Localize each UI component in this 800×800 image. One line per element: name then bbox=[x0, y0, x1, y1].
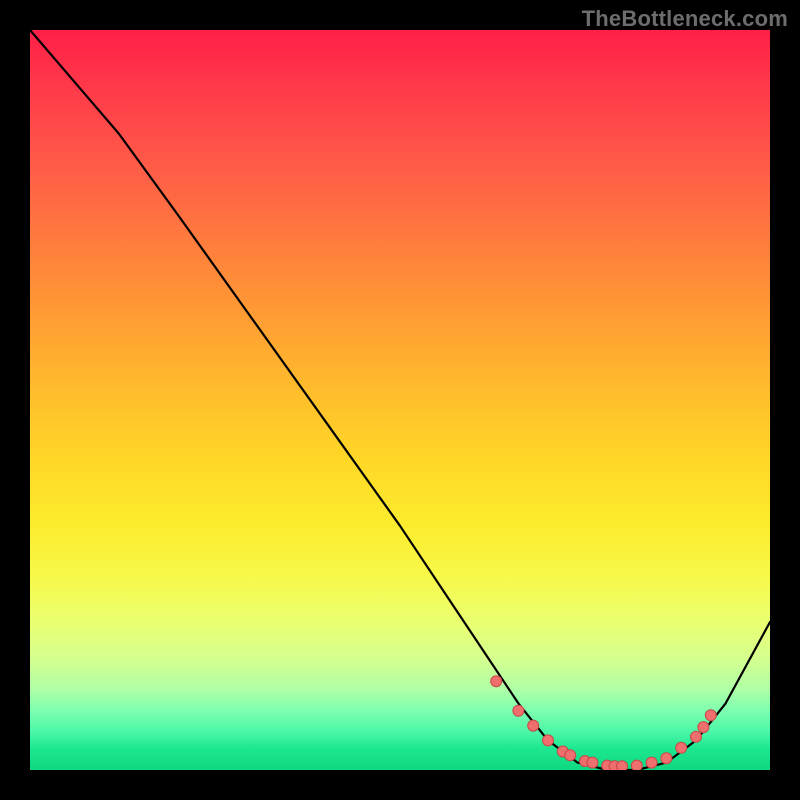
optimal-dot bbox=[491, 676, 502, 687]
optimal-dot bbox=[587, 757, 598, 768]
optimal-range-dots bbox=[491, 676, 717, 770]
bottleneck-curve bbox=[30, 30, 770, 770]
chart-overlay bbox=[30, 30, 770, 770]
optimal-dot bbox=[676, 742, 687, 753]
optimal-dot bbox=[705, 710, 716, 721]
chart-frame: TheBottleneck.com bbox=[0, 0, 800, 800]
optimal-dot bbox=[691, 731, 702, 742]
optimal-dot bbox=[617, 761, 628, 770]
optimal-dot bbox=[565, 750, 576, 761]
optimal-dot bbox=[698, 722, 709, 733]
optimal-dot bbox=[513, 705, 524, 716]
plot-area bbox=[30, 30, 770, 770]
optimal-dot bbox=[661, 753, 672, 764]
optimal-dot bbox=[631, 760, 642, 770]
optimal-dot bbox=[543, 735, 554, 746]
optimal-dot bbox=[646, 757, 657, 768]
optimal-dot bbox=[528, 720, 539, 731]
watermark-text: TheBottleneck.com bbox=[582, 6, 788, 32]
